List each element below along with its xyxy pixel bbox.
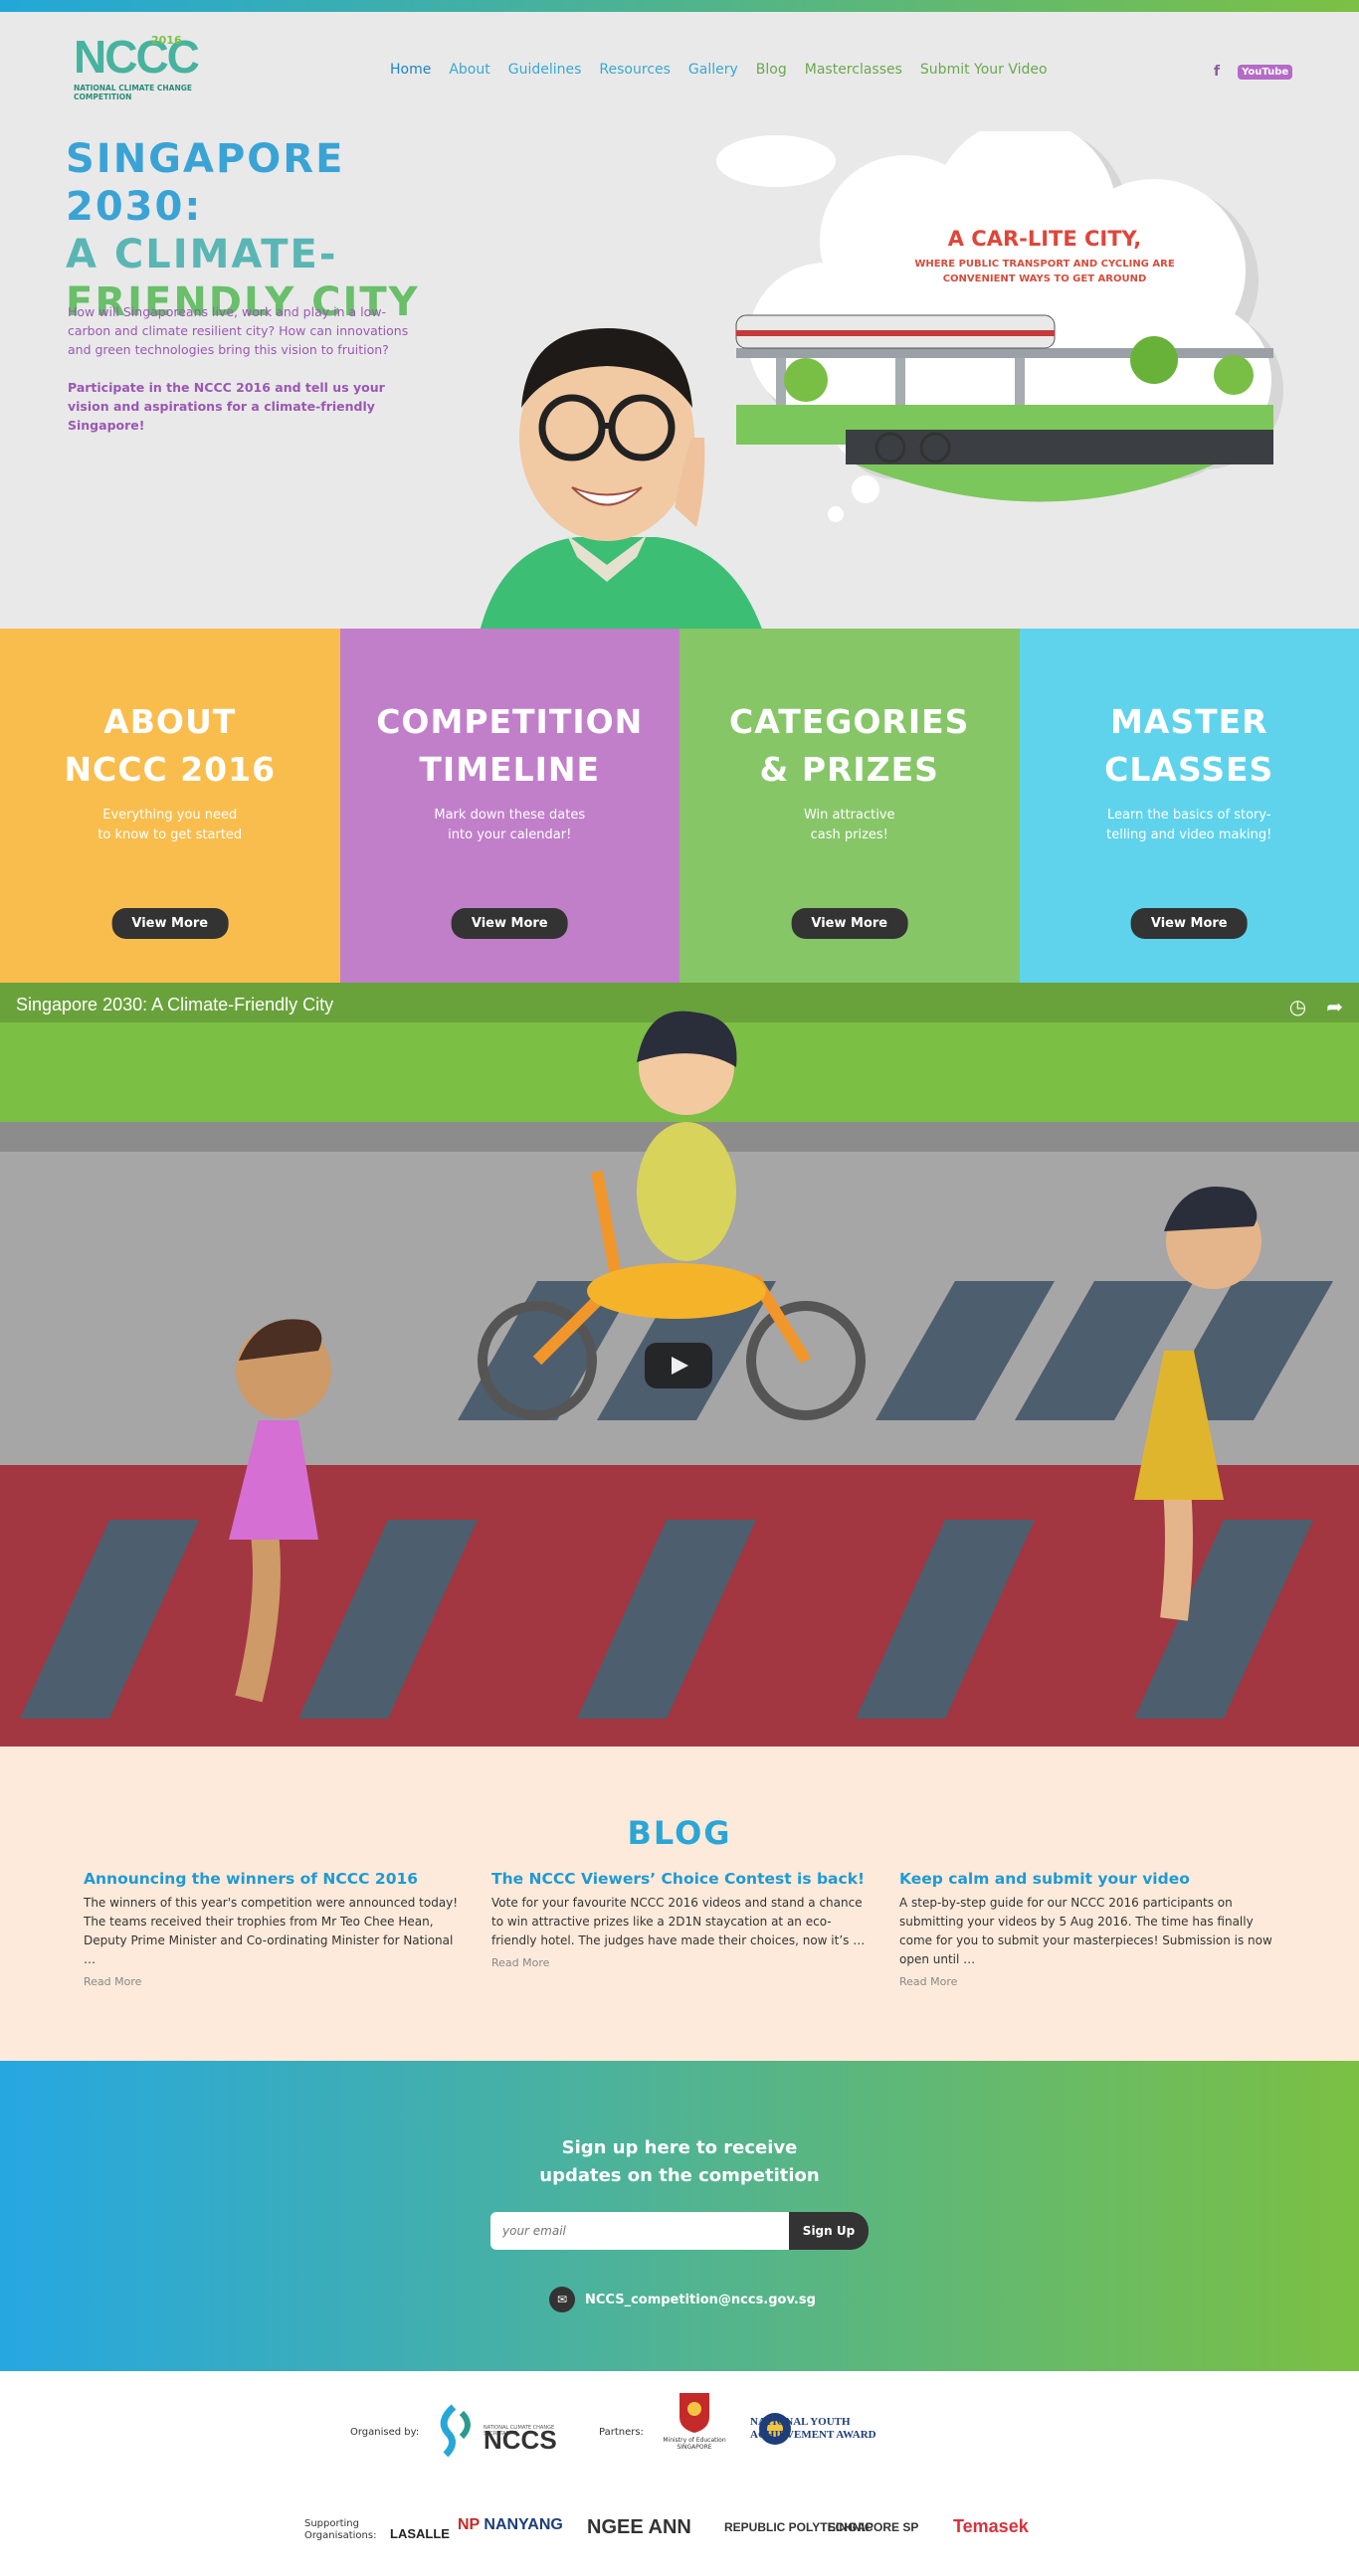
signup-form: Sign Up [490, 2212, 869, 2250]
blog-post-title[interactable]: Announcing the winners of NCCC 2016 [84, 1870, 462, 1888]
hero-title: SINGAPORE 2030: A CLIMATE- FRIENDLY CITY [66, 135, 424, 326]
nav-masterclasses[interactable]: Masterclasses [805, 62, 902, 78]
watch-later-icon[interactable]: ◷ [1289, 995, 1306, 1018]
hero-description: How will Singaporeans live, work and pla… [68, 304, 409, 357]
moe-label: Ministry of Education SINGAPORE [663, 2437, 726, 2451]
nav-guidelines[interactable]: Guidelines [508, 62, 582, 78]
cloud-title: A CAR-LITE CITY, [948, 227, 1142, 251]
temasek-polytechnic-logo[interactable]: Temasek [953, 2516, 1029, 2537]
blog-heading: BLOG [627, 1814, 732, 1852]
supporting-organisations-label: Supporting Organisations: [304, 2518, 377, 2541]
nav-gallery[interactable]: Gallery [688, 62, 738, 78]
read-more-link[interactable]: Read More [84, 1975, 462, 1988]
blog-post-excerpt: Vote for your favourite NCCC 2016 videos… [491, 1896, 866, 1947]
share-icon[interactable]: ➦ [1326, 995, 1343, 1018]
hero-title-line-1: SINGAPORE 2030: [66, 136, 345, 230]
car-lite-city-cloud-illustration: A CAR-LITE CITY, WHERE PUBLIC TRANSPORT … [716, 131, 1283, 522]
social-links: f YouTube [1214, 64, 1293, 80]
tile-categories-prizes[interactable]: CATEGORIES & PRIZES Win attractive cash pr… [680, 629, 1020, 983]
lasalle-logo[interactable]: LASALLE [390, 2526, 450, 2541]
tile-about[interactable]: ABOUT NCCC 2016 Everything you need to kno… [0, 629, 340, 983]
contact-email-address[interactable]: NCCS_competition@nccs.gov.sg [585, 2293, 816, 2307]
top-color-strip [0, 0, 1359, 12]
partners-label: Partners: [599, 2427, 644, 2438]
nanyang-polytechnic-logo[interactable]: NP NANYANG [458, 2516, 563, 2534]
tile-about-text: Everything you need to know to get starte… [97, 808, 243, 842]
blog-section: BLOG Announcing the winners of NCCC 2016… [0, 1747, 1359, 2061]
moe-crest-icon [680, 2393, 709, 2433]
logo-year: 2016 [151, 34, 182, 47]
blog-post: The NCCC Viewers’ Choice Contest is back… [491, 1870, 870, 1969]
nyaa-logo[interactable]: NATIONAL YOUTH ACHIEVEMENT AWARD [750, 2411, 876, 2447]
blog-post-title[interactable]: The NCCC Viewers’ Choice Contest is back… [491, 1870, 870, 1888]
cloud-subtitle: WHERE PUBLIC TRANSPORT AND CYCLING ARE C… [914, 259, 1175, 284]
email-input[interactable] [490, 2212, 789, 2250]
feature-tiles: ABOUT NCCC 2016 Everything you need to kno… [0, 629, 1359, 983]
play-button-icon[interactable] [645, 1343, 712, 1388]
newsletter-signup: Sign up here to receive updates on the co… [0, 2061, 1359, 2371]
hero-section: NCCC 2016 NATIONAL CLIMATE CHANGE COMPET… [0, 12, 1359, 629]
logo-subtitle: NATIONAL CLIMATE CHANGE COMPETITION [74, 84, 193, 101]
tile-timeline-title: COMPETITION TIMELINE [376, 702, 644, 789]
categories-view-more-button[interactable]: View More [791, 908, 908, 939]
nav-submit-video[interactable]: Submit Your Video [920, 62, 1048, 78]
read-more-link[interactable]: Read More [491, 1956, 870, 1969]
singapore-polytechnic-logo[interactable]: SINGAPORE SP [828, 2520, 918, 2534]
contact-email[interactable]: ✉ NCCS_competition@nccs.gov.sg [549, 2287, 816, 2312]
masterclasses-view-more-button[interactable]: View More [1130, 908, 1248, 939]
main-nav: Home About Guidelines Resources Gallery … [390, 62, 1048, 78]
read-more-link[interactable]: Read More [899, 1975, 1277, 1988]
nav-home[interactable]: Home [390, 62, 431, 78]
tile-timeline-text: Mark down these dates into your calendar! [434, 808, 586, 842]
video-player[interactable]: Singapore 2030: A Climate-Friendly City … [0, 983, 1359, 1747]
mail-icon: ✉ [549, 2287, 575, 2312]
signup-heading: Sign up here to receive updates on the co… [539, 2137, 820, 2186]
nccs-wordmark: NCCS [484, 2425, 557, 2455]
nav-blog[interactable]: Blog [756, 62, 787, 78]
tile-categories-title: CATEGORIES & PRIZES [729, 702, 970, 789]
moe-logo[interactable]: Ministry of Education SINGAPORE [657, 2391, 732, 2451]
tile-categories-text: Win attractive cash prizes! [803, 808, 895, 842]
blog-post-title[interactable]: Keep calm and submit your video [899, 1870, 1277, 1888]
tile-masterclasses[interactable]: MASTER CLASSES Learn the basics of story-… [1019, 629, 1359, 983]
organised-by-label: Organised by: [350, 2427, 420, 2438]
tile-masterclasses-title: MASTER CLASSES [1104, 702, 1274, 789]
tile-about-title: ABOUT NCCC 2016 [64, 702, 277, 789]
tile-timeline[interactable]: COMPETITION TIMELINE Mark down these date… [339, 629, 680, 983]
tile-masterclasses-text: Learn the basics of story-telling and vi… [1106, 808, 1272, 842]
nccs-mark-icon [440, 2404, 471, 2458]
about-view-more-button[interactable]: View More [111, 908, 229, 939]
hero-title-line-2: A CLIMATE- [66, 232, 338, 277]
hero-call-to-action: Participate in the NCCC 2016 and tell us… [68, 380, 385, 433]
nav-about[interactable]: About [449, 62, 489, 78]
blog-post: Announcing the winners of NCCC 2016 The … [84, 1870, 462, 1988]
youtube-icon[interactable]: YouTube [1238, 64, 1293, 80]
blog-post-excerpt: A step-by-step guide for our NCCC 2016 p… [899, 1896, 1272, 1966]
blog-post-excerpt: The winners of this year's competition w… [84, 1896, 459, 1966]
blog-post: Keep calm and submit your video A step-b… [899, 1870, 1277, 1988]
nyaa-wordmark: NATIONAL YOUTH ACHIEVEMENT AWARD [750, 2416, 876, 2441]
timeline-view-more-button[interactable]: View More [451, 908, 568, 939]
sign-up-button[interactable]: Sign Up [789, 2212, 869, 2250]
nav-resources[interactable]: Resources [599, 62, 671, 78]
nccc-logo[interactable]: NCCC 2016 NATIONAL CLIMATE CHANGE COMPET… [74, 34, 200, 109]
ngee-ann-polytechnic-logo[interactable]: NGEE ANN [587, 2516, 691, 2539]
nccs-logo[interactable]: NCCS NATIONAL CLIMATE CHANGE SECRETARIAT [434, 2403, 583, 2459]
video-actions: ◷ ➦ [1289, 995, 1343, 1018]
video-title[interactable]: Singapore 2030: A Climate-Friendly City [16, 995, 333, 1015]
partners-footer: Organised by: NCCS NATIONAL CLIMATE CHAN… [0, 2371, 1359, 2576]
facebook-icon[interactable]: f [1214, 64, 1220, 80]
